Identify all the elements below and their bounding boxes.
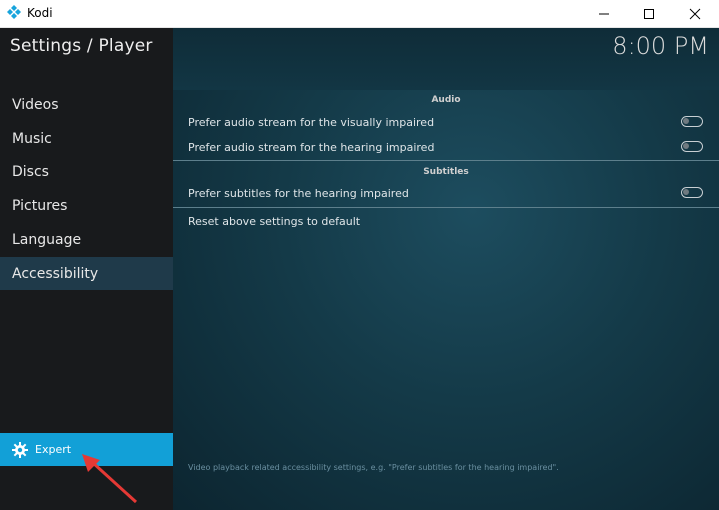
toggle-switch[interactable] — [681, 187, 703, 198]
window-title: Kodi — [27, 6, 53, 20]
gear-icon — [12, 441, 28, 458]
setting-label: Prefer audio stream for the hearing impa… — [188, 140, 435, 154]
sidebar-item-discs[interactable]: Discs — [0, 155, 173, 188]
close-button[interactable] — [672, 0, 718, 28]
section-header-audio: Audio — [431, 95, 461, 105]
window-titlebar: Kodi — [0, 0, 719, 28]
sidebar-item-label: Language — [12, 231, 82, 248]
sidebar: Settings / Player Videos Music Discs Pic… — [0, 28, 173, 510]
sidebar-item-videos[interactable]: Videos — [0, 88, 173, 121]
reset-settings-button[interactable]: Reset above settings to default — [173, 208, 719, 234]
minimize-button[interactable] — [581, 0, 627, 28]
close-icon — [689, 8, 701, 20]
setting-subtitles-hearing-impaired[interactable]: Prefer subtitles for the hearing impaire… — [173, 180, 719, 206]
toggle-knob — [683, 189, 689, 195]
sidebar-item-label: Discs — [12, 163, 49, 180]
sidebar-item-label: Music — [12, 130, 52, 147]
divider — [173, 160, 719, 161]
kodi-logo-icon — [7, 5, 21, 19]
help-text: Video playback related accessibility set… — [188, 463, 559, 472]
toggle-knob — [683, 118, 689, 124]
sidebar-item-label: Accessibility — [12, 265, 99, 282]
minimize-icon — [599, 13, 609, 15]
kodi-app: Settings / Player Videos Music Discs Pic… — [0, 28, 719, 510]
setting-label: Prefer subtitles for the hearing impaire… — [188, 186, 409, 200]
clock: 8:00 PM — [612, 32, 709, 60]
sidebar-item-label: Videos — [12, 96, 59, 113]
toggle-knob — [683, 143, 689, 149]
sidebar-item-accessibility[interactable]: Accessibility — [0, 257, 173, 290]
reset-label: Reset above settings to default — [188, 214, 361, 228]
expert-label: Expert — [35, 443, 72, 456]
setting-label: Prefer audio stream for the visually imp… — [188, 115, 435, 129]
setting-audio-visually-impaired[interactable]: Prefer audio stream for the visually imp… — [173, 109, 719, 135]
sidebar-item-music[interactable]: Music — [0, 122, 173, 155]
sidebar-item-pictures[interactable]: Pictures — [0, 189, 173, 222]
settings-panel: 8:00 PM Audio Prefer audio stream for th… — [173, 28, 719, 510]
sidebar-item-language[interactable]: Language — [0, 223, 173, 256]
maximize-button[interactable] — [626, 0, 672, 28]
annotation-arrow-icon — [82, 454, 138, 504]
sidebar-item-label: Pictures — [12, 197, 68, 214]
page-title: Settings / Player — [10, 36, 153, 56]
section-header-subtitles: Subtitles — [423, 167, 469, 177]
maximize-icon — [644, 9, 654, 19]
setting-audio-hearing-impaired[interactable]: Prefer audio stream for the hearing impa… — [173, 134, 719, 160]
toggle-switch[interactable] — [681, 141, 703, 152]
toggle-switch[interactable] — [681, 116, 703, 127]
